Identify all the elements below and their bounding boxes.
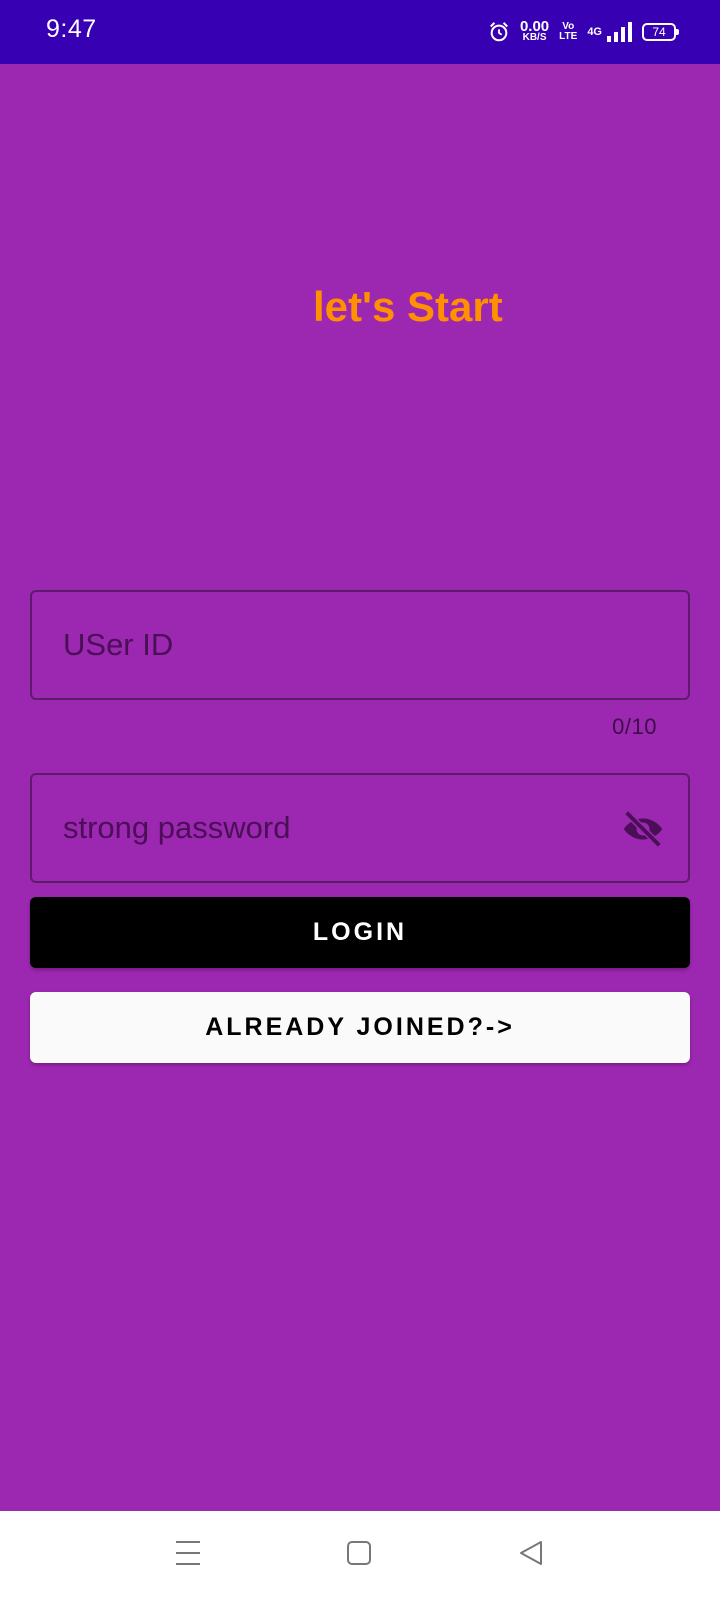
battery-icon: 74	[642, 23, 679, 41]
home-icon[interactable]	[346, 1539, 372, 1567]
status-time: 9:47	[46, 15, 97, 43]
already-joined-button[interactable]: ALREADY JOINED?->	[30, 992, 690, 1063]
user-id-input[interactable]	[32, 592, 688, 698]
status-bar: 9:47 0.00 KB/S Vo LTE 4G 74	[0, 0, 720, 64]
menu-icon[interactable]	[175, 1539, 201, 1567]
back-icon[interactable]	[518, 1539, 544, 1567]
eye-off-icon[interactable]	[620, 806, 666, 852]
signal-icon	[607, 22, 632, 42]
volte-indicator: Vo LTE	[559, 22, 577, 42]
battery-level: 74	[652, 25, 666, 39]
network-type: 4G	[587, 26, 602, 38]
volte-bottom: LTE	[559, 31, 578, 42]
alarm-icon	[489, 22, 508, 42]
speed-unit: KB/S	[522, 32, 547, 43]
network-speed: 0.00 KB/S	[519, 18, 550, 43]
system-nav-bar	[0, 1511, 720, 1600]
user-id-field[interactable]	[30, 590, 690, 700]
page-title: let's Start	[313, 283, 503, 330]
password-input[interactable]	[32, 775, 688, 881]
password-field[interactable]	[30, 773, 690, 883]
status-icons: 0.00 KB/S Vo LTE 4G 74	[488, 18, 679, 46]
login-button[interactable]: LOGIN	[30, 897, 690, 968]
speed-value: 0.00	[519, 18, 550, 35]
user-id-counter: 0/10	[612, 714, 657, 739]
